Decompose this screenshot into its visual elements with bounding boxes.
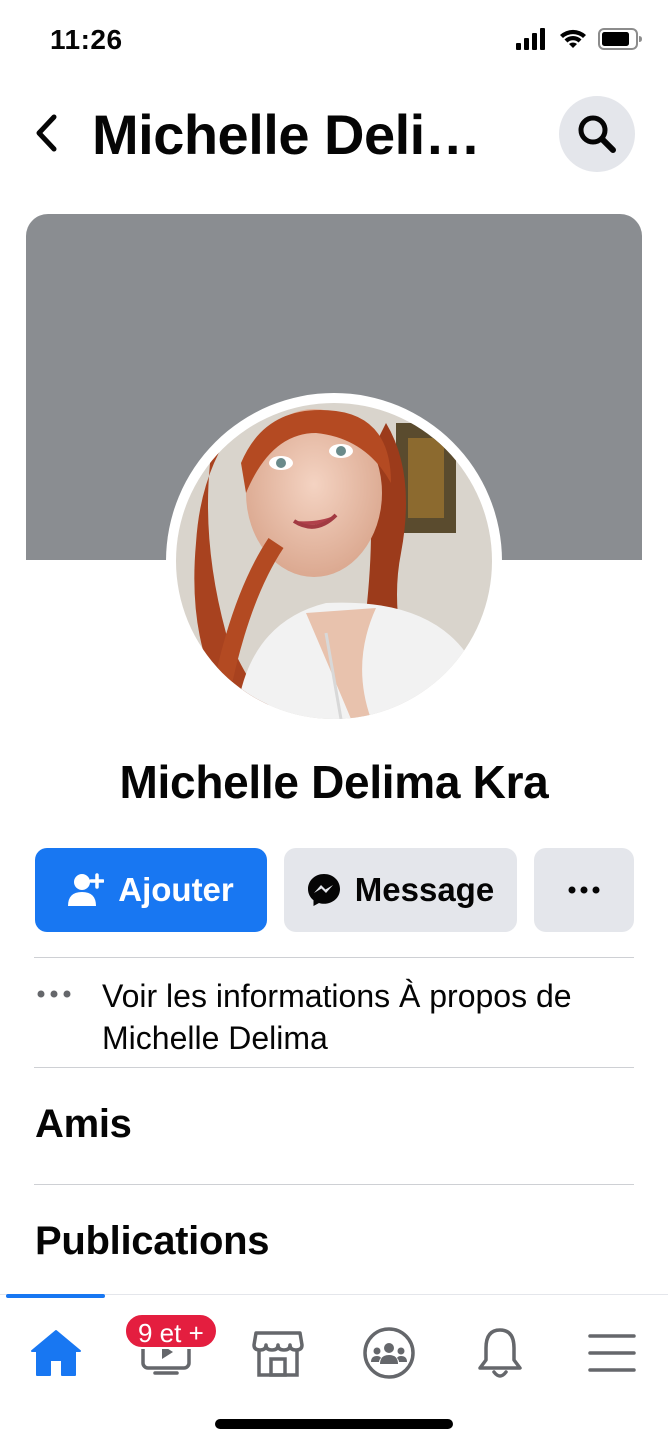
add-friend-icon <box>68 873 105 906</box>
marketplace-icon <box>252 1331 304 1377</box>
friends-section-title[interactable]: Amis <box>35 1102 132 1147</box>
message-button[interactable]: Message <box>284 848 517 932</box>
watch-notification-badge: 9 et + <box>124 1313 218 1349</box>
page-title: Michelle Deli… <box>92 103 481 166</box>
tab-menu[interactable] <box>572 1317 652 1389</box>
divider <box>34 957 634 958</box>
messenger-icon <box>307 874 340 906</box>
tab-marketplace[interactable] <box>238 1317 318 1389</box>
status-bar: 11:26 <box>0 0 668 84</box>
profile-name: Michelle Delima Kra <box>119 756 549 808</box>
about-info-line-2: Michelle Delima <box>102 1020 328 1056</box>
back-chevron-icon <box>36 114 57 152</box>
home-icon <box>31 1330 81 1376</box>
about-info-line-1: Voir les informations À propos de <box>102 978 572 1014</box>
battery-icon <box>598 28 642 50</box>
about-info-text: Voir les informations À propos de Michel… <box>102 975 642 1059</box>
groups-icon <box>363 1327 415 1379</box>
add-friend-label: Ajouter <box>118 871 234 908</box>
profile-photo-illustration <box>176 403 492 719</box>
home-indicator[interactable] <box>215 1419 453 1429</box>
active-tab-indicator <box>6 1294 105 1298</box>
tab-notifications[interactable] <box>460 1317 540 1389</box>
back-button[interactable] <box>28 110 64 156</box>
bell-icon <box>478 1328 522 1378</box>
posts-section-title[interactable]: Publications <box>35 1219 270 1264</box>
search-button[interactable] <box>559 96 635 172</box>
menu-icon <box>588 1334 636 1372</box>
header: Michelle Deli… <box>0 84 668 184</box>
divider <box>34 1067 634 1068</box>
status-icons <box>516 28 644 50</box>
cellular-signal-icon <box>516 28 545 50</box>
tab-home[interactable] <box>16 1317 96 1389</box>
message-label: Message <box>354 871 495 908</box>
add-friend-button[interactable]: Ajouter <box>35 848 267 932</box>
status-time: 11:26 <box>50 24 123 55</box>
profile-photo-image <box>176 403 492 719</box>
divider <box>34 1184 634 1185</box>
wifi-icon <box>560 29 586 48</box>
search-icon <box>578 115 616 153</box>
more-dots-icon <box>37 990 71 998</box>
tab-groups[interactable] <box>349 1317 429 1389</box>
more-options-button[interactable] <box>534 848 634 932</box>
profile-picture[interactable] <box>166 393 502 729</box>
more-icon <box>568 886 600 894</box>
